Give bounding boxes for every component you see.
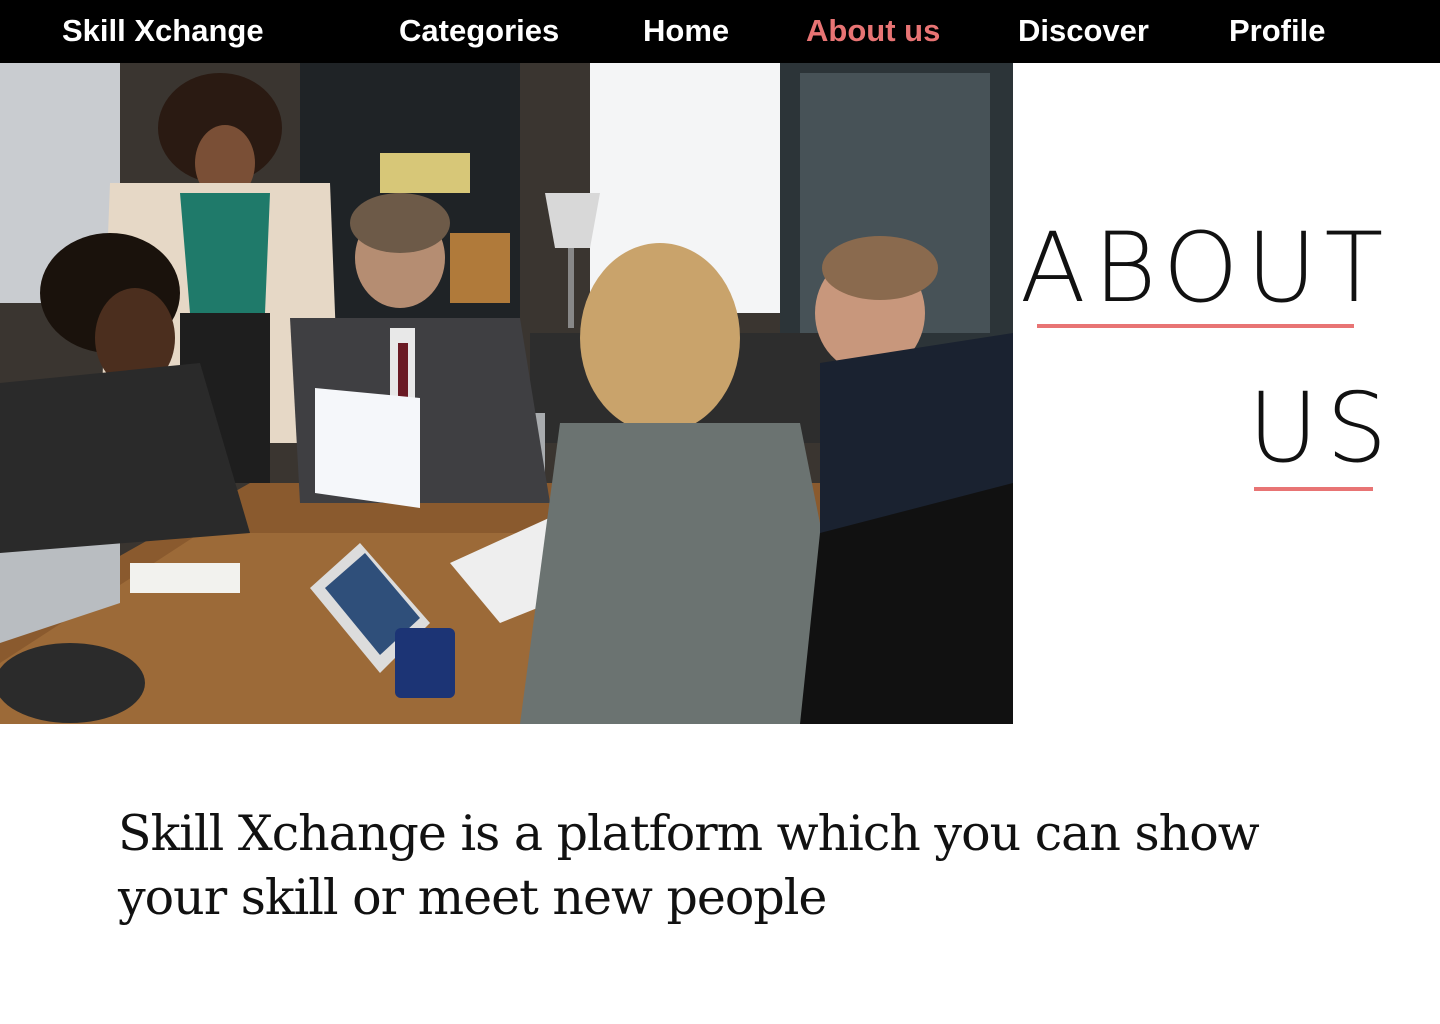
nav-item-discover[interactable]: Discover [1018,11,1149,51]
nav-item-profile[interactable]: Profile [1229,11,1325,51]
about-heading-underline1 [1037,324,1354,328]
team-meeting-photo [0,63,1013,724]
about-heading-underline2 [1254,487,1373,491]
brand-logo[interactable]: Skill Xchange [62,11,264,51]
nav-item-home[interactable]: Home [643,11,729,51]
team-meeting-illustration [0,63,1013,724]
nav-item-about-us[interactable]: About us [806,11,940,51]
about-heading-line2: US [1248,372,1396,484]
nav-item-categories[interactable]: Categories [399,11,559,51]
about-description: Skill Xchange is a platform which you ca… [118,805,1260,926]
about-us-heading: ABOUT US [1020,180,1440,510]
top-navbar: Skill Xchange Categories Home About us D… [0,0,1440,63]
about-heading-line1: ABOUT [1020,212,1392,324]
